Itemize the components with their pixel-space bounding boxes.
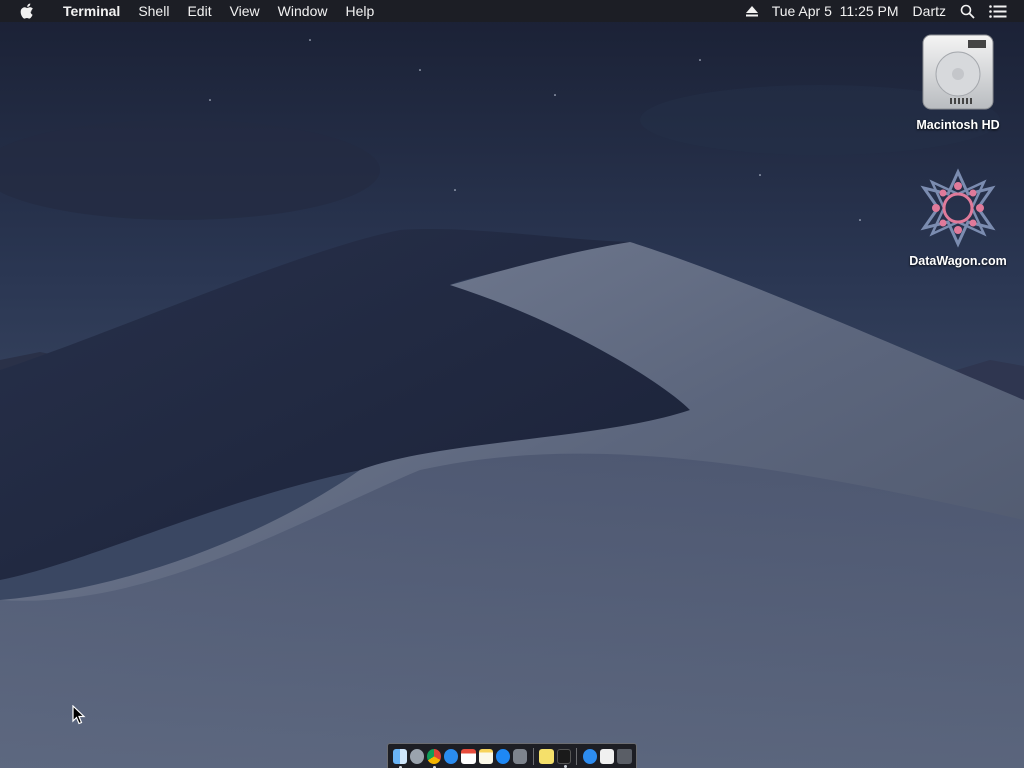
system-preferences-icon[interactable] xyxy=(513,748,528,764)
mojave-dark-wallpaper xyxy=(0,0,1024,768)
desktop-icon-macintosh-hd[interactable]: Macintosh HD xyxy=(903,32,1013,132)
hard-drive-icon xyxy=(922,34,994,110)
finder-icon[interactable] xyxy=(392,748,407,768)
menu-shell[interactable]: Shell xyxy=(129,0,178,22)
mouse-cursor-icon xyxy=(72,705,86,725)
calendar-icon[interactable] xyxy=(461,748,476,764)
desktop-icon-label: DataWagon.com xyxy=(909,254,1007,268)
dock-separator xyxy=(576,747,578,765)
desktop-icon-label: Macintosh HD xyxy=(916,118,1000,132)
dock xyxy=(387,743,637,768)
trash-icon[interactable] xyxy=(617,748,632,764)
menu-window[interactable]: Window xyxy=(269,0,337,22)
stickies-icon[interactable] xyxy=(539,748,554,764)
safari-icon[interactable] xyxy=(444,748,459,764)
menu-bar: Terminal Shell Edit View Window Help Tue… xyxy=(0,0,1024,22)
running-indicator xyxy=(563,764,567,768)
launchpad-icon[interactable] xyxy=(409,748,424,764)
chrome-icon[interactable] xyxy=(426,748,442,768)
menu-clock[interactable]: Tue Apr 5 11:25 PM xyxy=(765,0,906,22)
eject-icon[interactable] xyxy=(739,5,765,17)
menu-edit[interactable]: Edit xyxy=(178,0,220,22)
notes-icon[interactable] xyxy=(478,748,493,764)
dock-separator xyxy=(532,747,534,765)
app-store-icon[interactable] xyxy=(495,748,511,764)
datawagon-logo-icon xyxy=(920,168,996,248)
desktop-icon-datawagon[interactable]: DataWagon.com xyxy=(903,168,1013,268)
menu-help[interactable]: Help xyxy=(336,0,383,22)
spotlight-search-icon[interactable] xyxy=(953,4,982,19)
menu-app-name[interactable]: Terminal xyxy=(54,0,129,22)
notification-center-icon[interactable] xyxy=(982,4,1014,18)
menu-view[interactable]: View xyxy=(221,0,269,22)
document-icon[interactable] xyxy=(600,748,615,764)
terminal-icon[interactable] xyxy=(556,748,571,768)
desktop[interactable]: Terminal Shell Edit View Window Help Tue… xyxy=(0,0,1024,768)
menu-user[interactable]: Dartz xyxy=(906,0,953,22)
apple-menu-icon[interactable] xyxy=(18,2,36,20)
applications-folder-icon[interactable] xyxy=(582,748,598,764)
